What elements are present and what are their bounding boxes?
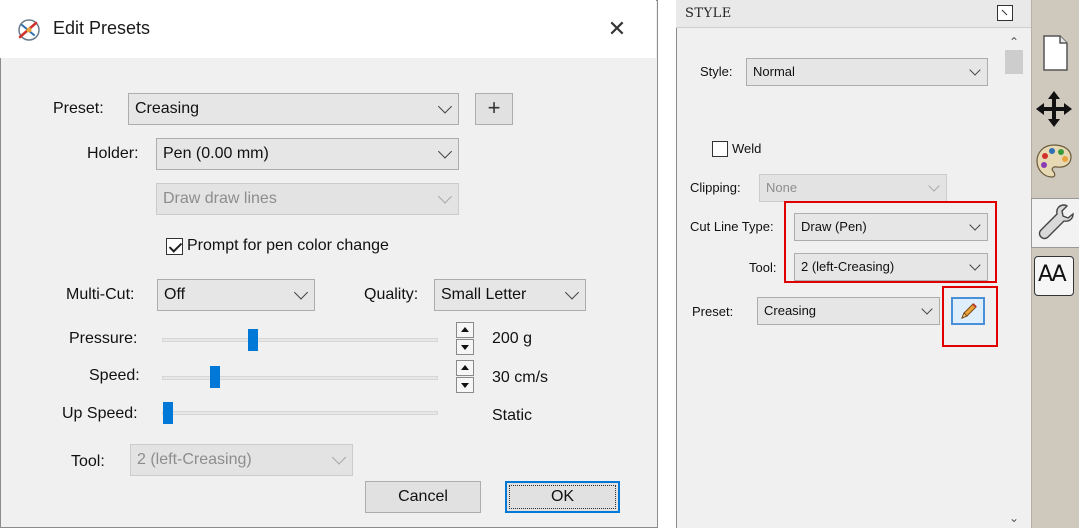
panel-preset-select-value: Creasing bbox=[764, 303, 817, 318]
prompt-pen-label: Prompt for pen color change bbox=[187, 237, 389, 254]
panel-scrollbar[interactable] bbox=[1003, 30, 1025, 528]
chevron-down-icon bbox=[437, 144, 453, 159]
panel-tool-label: Tool: bbox=[749, 260, 777, 275]
style-select-value: Normal bbox=[753, 64, 795, 79]
cut-line-type-select[interactable]: Draw (Pen) bbox=[794, 213, 988, 241]
scroll-up-icon[interactable]: ⌃ bbox=[1003, 32, 1025, 52]
clipping-select: None bbox=[759, 174, 947, 202]
chevron-down-icon bbox=[928, 180, 940, 192]
scroll-down-icon[interactable]: ⌄ bbox=[1003, 508, 1025, 528]
speed-value: 30 cm/s bbox=[492, 369, 549, 386]
weld-label: Weld bbox=[732, 141, 762, 156]
panel-title: STYLE bbox=[685, 6, 732, 21]
quality-select[interactable]: Small Letter bbox=[434, 279, 586, 311]
chevron-down-icon bbox=[564, 285, 580, 300]
speed-label: Speed: bbox=[89, 367, 140, 384]
preset-label: Preset: bbox=[53, 100, 104, 117]
up-speed-slider-thumb[interactable] bbox=[163, 402, 173, 424]
clipping-label: Clipping: bbox=[690, 180, 741, 195]
preset-select[interactable]: Creasing bbox=[128, 93, 459, 125]
chevron-down-icon bbox=[969, 64, 981, 76]
speed-spinner[interactable] bbox=[456, 360, 474, 394]
spin-down-button[interactable] bbox=[456, 377, 474, 393]
pressure-value: 200 g bbox=[492, 330, 533, 347]
quality-select-value: Small Letter bbox=[441, 286, 527, 303]
add-preset-button[interactable]: + bbox=[475, 93, 513, 125]
speed-slider-track[interactable] bbox=[162, 376, 438, 380]
spin-up-button[interactable] bbox=[456, 360, 474, 376]
ok-button[interactable]: OK bbox=[505, 481, 620, 513]
chevron-down-icon bbox=[293, 285, 309, 300]
palette-icon[interactable] bbox=[1034, 140, 1074, 182]
spin-down-button[interactable] bbox=[456, 339, 474, 355]
pressure-slider-track[interactable] bbox=[162, 338, 438, 342]
preset-select-value: Creasing bbox=[135, 100, 200, 117]
multi-cut-select-value: Off bbox=[164, 286, 186, 303]
cancel-button[interactable]: Cancel bbox=[365, 481, 481, 513]
chevron-down-icon bbox=[331, 450, 347, 465]
page-icon[interactable] bbox=[1034, 32, 1074, 74]
up-speed-value: Static bbox=[492, 407, 533, 424]
weld-checkbox[interactable] bbox=[712, 141, 728, 157]
chevron-down-icon bbox=[969, 259, 981, 271]
panel-tool-select-value: 2 (left-Creasing) bbox=[801, 259, 895, 274]
tool-select: 2 (left-Creasing) bbox=[130, 444, 353, 476]
move-icon[interactable] bbox=[1034, 88, 1074, 130]
tool-label: Tool: bbox=[71, 453, 105, 470]
dialog-title: Edit Presets bbox=[53, 18, 151, 38]
text-size-icon[interactable]: AA bbox=[1034, 256, 1074, 296]
cut-line-type-select-value: Draw (Pen) bbox=[801, 219, 867, 234]
speed-slider-thumb[interactable] bbox=[210, 366, 220, 388]
style-select[interactable]: Normal bbox=[746, 58, 988, 86]
prompt-pen-checkbox[interactable] bbox=[166, 238, 183, 255]
holder-select-value: Pen (0.00 mm) bbox=[163, 145, 269, 162]
wrench-icon[interactable] bbox=[1034, 201, 1074, 243]
panel-undock-icon[interactable] bbox=[997, 5, 1013, 21]
chevron-down-icon bbox=[437, 189, 453, 204]
scrollbar-thumb[interactable] bbox=[1005, 50, 1023, 74]
pressure-spinner[interactable] bbox=[456, 322, 474, 356]
chevron-down-icon bbox=[969, 219, 981, 231]
panel-tool-select[interactable]: 2 (left-Creasing) bbox=[794, 253, 988, 281]
cut-line-type-label: Cut Line Type: bbox=[690, 219, 774, 234]
multi-cut-label: Multi-Cut: bbox=[66, 286, 135, 303]
panel-preset-select[interactable]: Creasing bbox=[757, 297, 940, 325]
clipping-select-value: None bbox=[766, 180, 798, 195]
close-button[interactable]: ✕ bbox=[596, 10, 638, 48]
up-speed-slider-track[interactable] bbox=[162, 411, 438, 415]
style-label: Style: bbox=[700, 64, 733, 79]
app-icon bbox=[18, 19, 40, 41]
multi-cut-select[interactable]: Off bbox=[157, 279, 315, 311]
tool-select-value: 2 (left-Creasing) bbox=[137, 451, 252, 468]
text-size-icon-label: AA bbox=[1038, 262, 1067, 287]
edit-preset-button[interactable] bbox=[951, 297, 985, 325]
panel-preset-label: Preset: bbox=[692, 304, 734, 319]
draw-mode-select-value: Draw draw lines bbox=[163, 190, 277, 207]
draw-mode-select: Draw draw lines bbox=[156, 183, 459, 215]
chevron-down-icon bbox=[437, 99, 453, 114]
pencil-icon bbox=[961, 303, 977, 319]
pressure-label: Pressure: bbox=[69, 330, 138, 347]
chevron-down-icon bbox=[921, 303, 933, 315]
spin-up-button[interactable] bbox=[456, 322, 474, 338]
holder-label: Holder: bbox=[87, 145, 139, 162]
quality-label: Quality: bbox=[364, 286, 419, 303]
pressure-slider-thumb[interactable] bbox=[248, 329, 258, 351]
holder-select[interactable]: Pen (0.00 mm) bbox=[156, 138, 459, 170]
up-speed-label: Up Speed: bbox=[62, 405, 138, 422]
